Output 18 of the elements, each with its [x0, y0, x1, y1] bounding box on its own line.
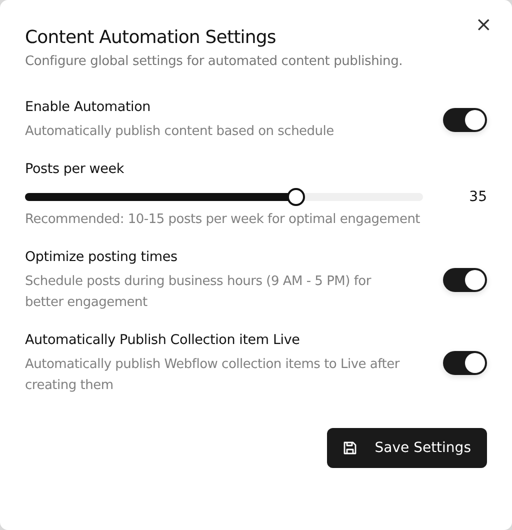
slider-value: 35: [469, 189, 487, 205]
slider-thumb[interactable]: [286, 188, 305, 206]
save-button[interactable]: Save Settings: [326, 428, 487, 468]
toggle-switch[interactable]: [443, 268, 487, 292]
setting-label: Optimize posting times: [25, 248, 178, 267]
setting-label: Automatically Publish Collection item Live: [25, 331, 301, 350]
setting-description: Recommended: 10-15 posts per week for optimal engagement: [25, 211, 422, 229]
save-icon: [342, 441, 357, 455]
setting-description: Schedule posts during business hours (9 AM - 5 PM) for better engagement: [25, 273, 372, 312]
setting-label: Enable Automation: [25, 98, 152, 117]
toggle-switch[interactable]: [443, 351, 487, 375]
setting-label: Posts per week: [25, 160, 125, 179]
setting-description: Automatically publish Webflow collection items to Live after creating them: [25, 356, 401, 395]
close-button[interactable]: ×: [471, 12, 496, 36]
setting-description: Automatically publish content based on schedule: [25, 123, 335, 141]
dialog-subtitle: Configure global settings for automated content publishing.: [25, 53, 404, 71]
toggle-switch[interactable]: [443, 108, 487, 132]
dialog-title: Content Automation Settings: [25, 26, 276, 50]
